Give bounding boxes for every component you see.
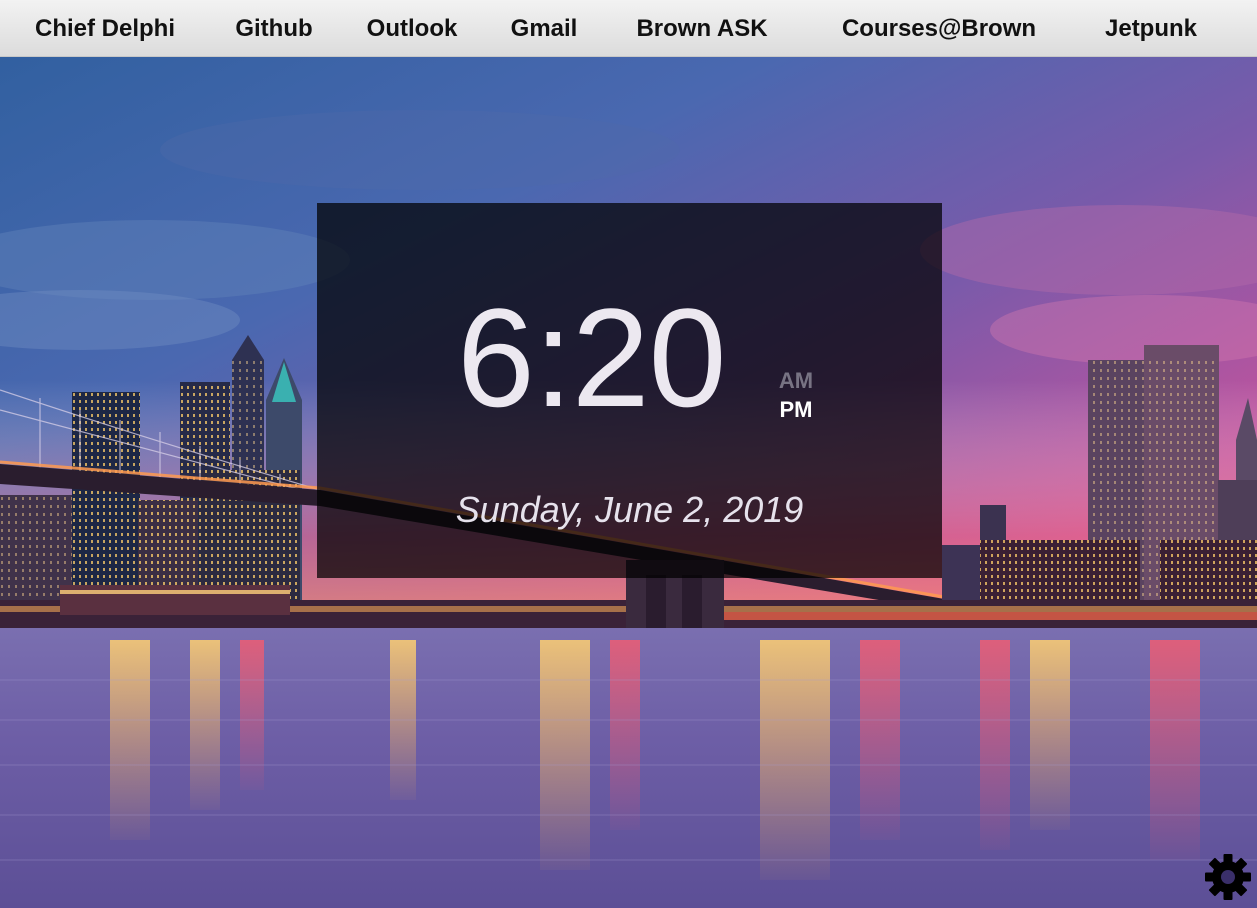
link-jetpunk[interactable]: Jetpunk (1105, 0, 1197, 57)
bookmarks-bar: Chief Delphi Github Outlook Gmail Brown … (0, 0, 1257, 57)
link-gmail[interactable]: Gmail (511, 0, 578, 57)
pm-label: PM (779, 397, 813, 422)
link-courses-at-brown[interactable]: Courses@Brown (842, 0, 1036, 57)
am-label: AM (778, 368, 814, 393)
new-tab-page: Chief Delphi Github Outlook Gmail Brown … (0, 0, 1257, 908)
clock-time: 6:20 (457, 279, 726, 436)
link-outlook[interactable]: Outlook (367, 0, 458, 57)
gear-icon (1205, 854, 1251, 900)
clock-date: Sunday, June 2, 2019 (455, 489, 804, 530)
link-chief-delphi[interactable]: Chief Delphi (35, 0, 175, 57)
settings-button[interactable] (1204, 853, 1252, 901)
link-github[interactable]: Github (235, 0, 312, 57)
link-brown-ask[interactable]: Brown ASK (636, 0, 767, 57)
clock-panel: 6:20 AM PM Sunday, June 2, 2019 (317, 203, 942, 578)
am-pm-indicator: AM PM (774, 366, 818, 424)
